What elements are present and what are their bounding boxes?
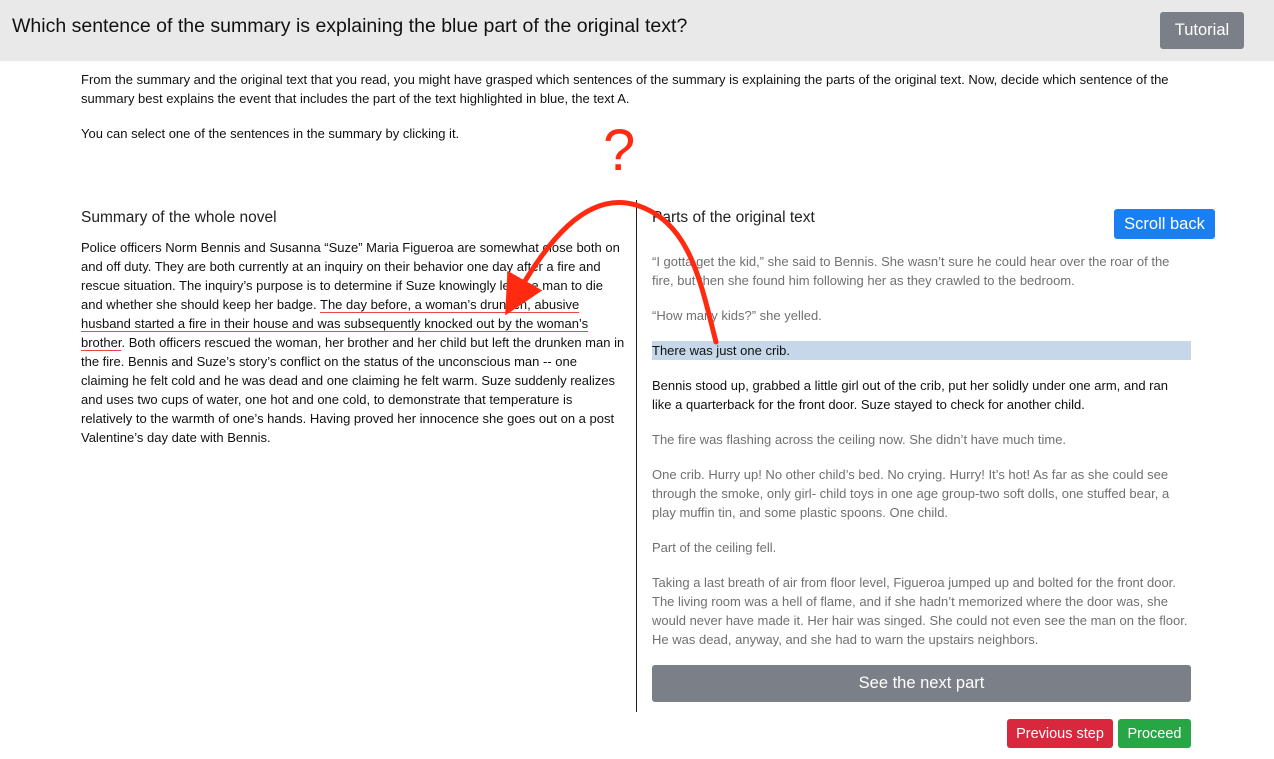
original-paragraph-highlighted: There was just one crib.: [652, 341, 1191, 360]
proceed-button[interactable]: Proceed: [1118, 719, 1191, 748]
column-divider: [636, 200, 637, 712]
page-title: Which sentence of the summary is explain…: [12, 15, 688, 37]
original-paragraph: Part of the ceiling fell.: [652, 540, 777, 555]
see-next-part-button[interactable]: See the next part: [652, 665, 1191, 702]
tutorial-button[interactable]: Tutorial: [1160, 12, 1244, 49]
original-paragraph: One crib. Hurry up! No other child’s bed…: [652, 467, 1170, 520]
summary-title: Summary of the whole novel: [81, 209, 277, 226]
instructions-text: From the summary and the original text t…: [81, 72, 1169, 106]
summary-sentences-after[interactable]: . Both officers rescued the woman, her b…: [81, 335, 624, 445]
scroll-back-button[interactable]: Scroll back: [1114, 209, 1215, 239]
original-paragraph: “How many kids?” she yelled.: [652, 308, 822, 323]
question-mark-annotation: ?: [603, 118, 636, 183]
original-paragraph: The fire was flashing across the ceiling…: [652, 432, 1067, 447]
selection-hint-text: You can select one of the sentences in t…: [81, 126, 460, 141]
header-bar: Which sentence of the summary is explain…: [0, 0, 1274, 61]
original-paragraph: Taking a last breath of air from floor l…: [652, 575, 1188, 647]
original-text-title: Parts of the original text: [652, 209, 815, 226]
original-text-paragraphs: “I gotta get the kid,” she said to Benni…: [652, 252, 1191, 665]
original-paragraph: Bennis stood up, grabbed a little girl o…: [652, 378, 1168, 412]
original-paragraph: “I gotta get the kid,” she said to Benni…: [652, 254, 1170, 288]
previous-step-button[interactable]: Previous step: [1007, 719, 1113, 748]
summary-text: Police officers Norm Bennis and Susanna …: [81, 238, 625, 447]
